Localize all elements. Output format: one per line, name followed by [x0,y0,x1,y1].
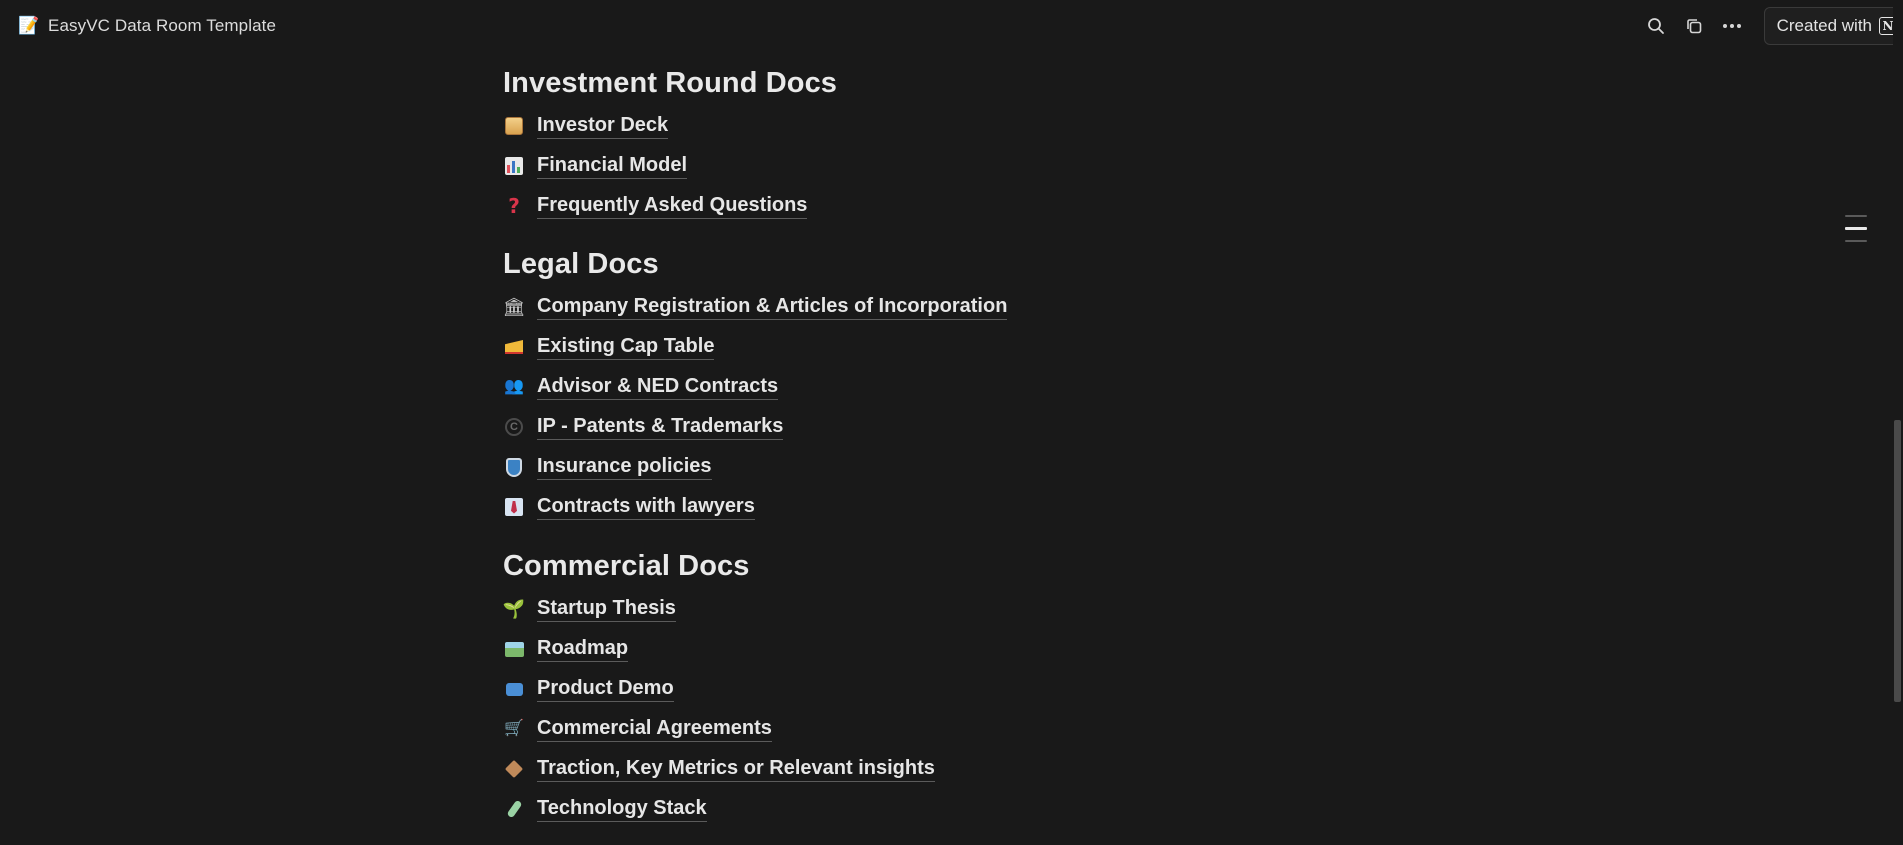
package-icon [503,758,525,780]
doc-link-label: Traction, Key Metrics or Relevant insigh… [537,756,935,782]
vertical-scrollbar[interactable] [1893,0,1903,845]
doc-link-label: Contracts with lawyers [537,494,755,520]
doc-list: Investor Deck Financial Model ? Frequent… [503,106,1403,226]
doc-link-product-demo[interactable]: Product Demo [503,669,1403,709]
search-icon [1647,17,1664,34]
section-heading: Investment Round Docs [503,67,838,99]
outline-item[interactable] [1845,215,1867,217]
top-bar-actions: Created with N [1637,0,1903,51]
doc-link-label: Investor Deck [537,113,669,139]
doc-link-label: Technology Stack [537,796,707,822]
television-icon [503,678,525,700]
doc-list: 🏛 Company Registration & Articles of Inc… [503,287,1403,527]
doc-link-label: IP - Patents & Trademarks [537,414,784,440]
section-investment-round-docs: Investment Round Docs Investor Deck Fina… [503,60,1403,226]
created-with-button[interactable]: Created with N [1763,6,1903,45]
doc-link-label: Product Demo [537,676,674,702]
doc-link-technology-stack[interactable]: Technology Stack [503,789,1403,829]
section-heading: Legal Docs [503,248,659,280]
doc-link-roadmap[interactable]: Roadmap [503,629,1403,669]
doc-link-label: Advisor & NED Contracts [537,374,779,400]
test-tube-icon [503,798,525,820]
doc-link-traction[interactable]: Traction, Key Metrics or Relevant insigh… [503,749,1403,789]
memo-icon: 📝 [18,16,40,35]
doc-link-commercial-agreements[interactable]: 🛒 Commercial Agreements [503,709,1403,749]
doc-link-label: Roadmap [537,636,629,662]
doc-link-financial-model[interactable]: Financial Model [503,146,1403,186]
section-commercial-docs: Commercial Docs 🌱 Startup Thesis Roadmap… [503,543,1403,829]
doc-link-company-registration[interactable]: 🏛 Company Registration & Articles of Inc… [503,287,1403,327]
doc-link-investor-deck[interactable]: Investor Deck [503,106,1403,146]
outline-item-active[interactable] [1845,227,1867,230]
scrollbar-thumb[interactable] [1894,420,1901,702]
duplicate-button[interactable] [1675,7,1713,45]
cheese-wedge-icon [503,336,525,358]
search-button[interactable] [1637,7,1675,45]
top-bar: 📝 EasyVC Data Room Template Created with [0,0,1903,51]
doc-link-lawyer-contracts[interactable]: Contracts with lawyers [503,487,1403,527]
page-outline[interactable] [1845,215,1867,252]
doc-list: 🌱 Startup Thesis Roadmap Product Demo 🛒 … [503,589,1403,829]
shield-icon [503,456,525,478]
section-heading: Commercial Docs [503,550,750,582]
outline-item[interactable] [1845,240,1867,242]
page-content: Investment Round Docs Investor Deck Fina… [503,60,1403,829]
doc-link-label: Startup Thesis [537,596,676,622]
duplicate-icon [1686,18,1701,33]
doc-link-insurance[interactable]: Insurance policies [503,447,1403,487]
necktie-icon [503,496,525,518]
doc-link-cap-table[interactable]: Existing Cap Table [503,327,1403,367]
doc-link-label: Financial Model [537,153,688,179]
page-breadcrumb[interactable]: 📝 EasyVC Data Room Template [18,16,276,36]
doc-link-label: Company Registration & Articles of Incor… [537,294,1008,320]
doc-link-label: Existing Cap Table [537,334,715,360]
page-title: EasyVC Data Room Template [48,15,277,35]
people-icon: 👥 [504,378,524,395]
doc-link-label: Frequently Asked Questions [537,193,808,219]
scroll-icon [503,115,525,137]
section-legal-docs: Legal Docs 🏛 Company Registration & Arti… [503,241,1403,527]
doc-link-advisor-contracts[interactable]: 👥 Advisor & NED Contracts [503,367,1403,407]
doc-link-label: Insurance policies [537,454,712,480]
motorway-icon [503,638,525,660]
doc-link-startup-thesis[interactable]: 🌱 Startup Thesis [503,589,1403,629]
question-mark-icon: ? [508,194,520,218]
classical-building-icon: 🏛 [502,297,526,317]
shopping-cart-icon: 🛒 [504,720,524,737]
seedling-icon: 🌱 [502,599,526,619]
doc-link-ip-patents[interactable]: C IP - Patents & Trademarks [503,407,1403,447]
doc-link-label: Commercial Agreements [537,716,772,742]
created-with-label: Created with [1776,15,1872,35]
more-icon [1722,23,1741,28]
more-button[interactable] [1713,7,1751,45]
bar-chart-icon [503,155,525,177]
copyright-icon: C [503,416,525,438]
doc-link-faq[interactable]: ? Frequently Asked Questions [503,186,1403,226]
